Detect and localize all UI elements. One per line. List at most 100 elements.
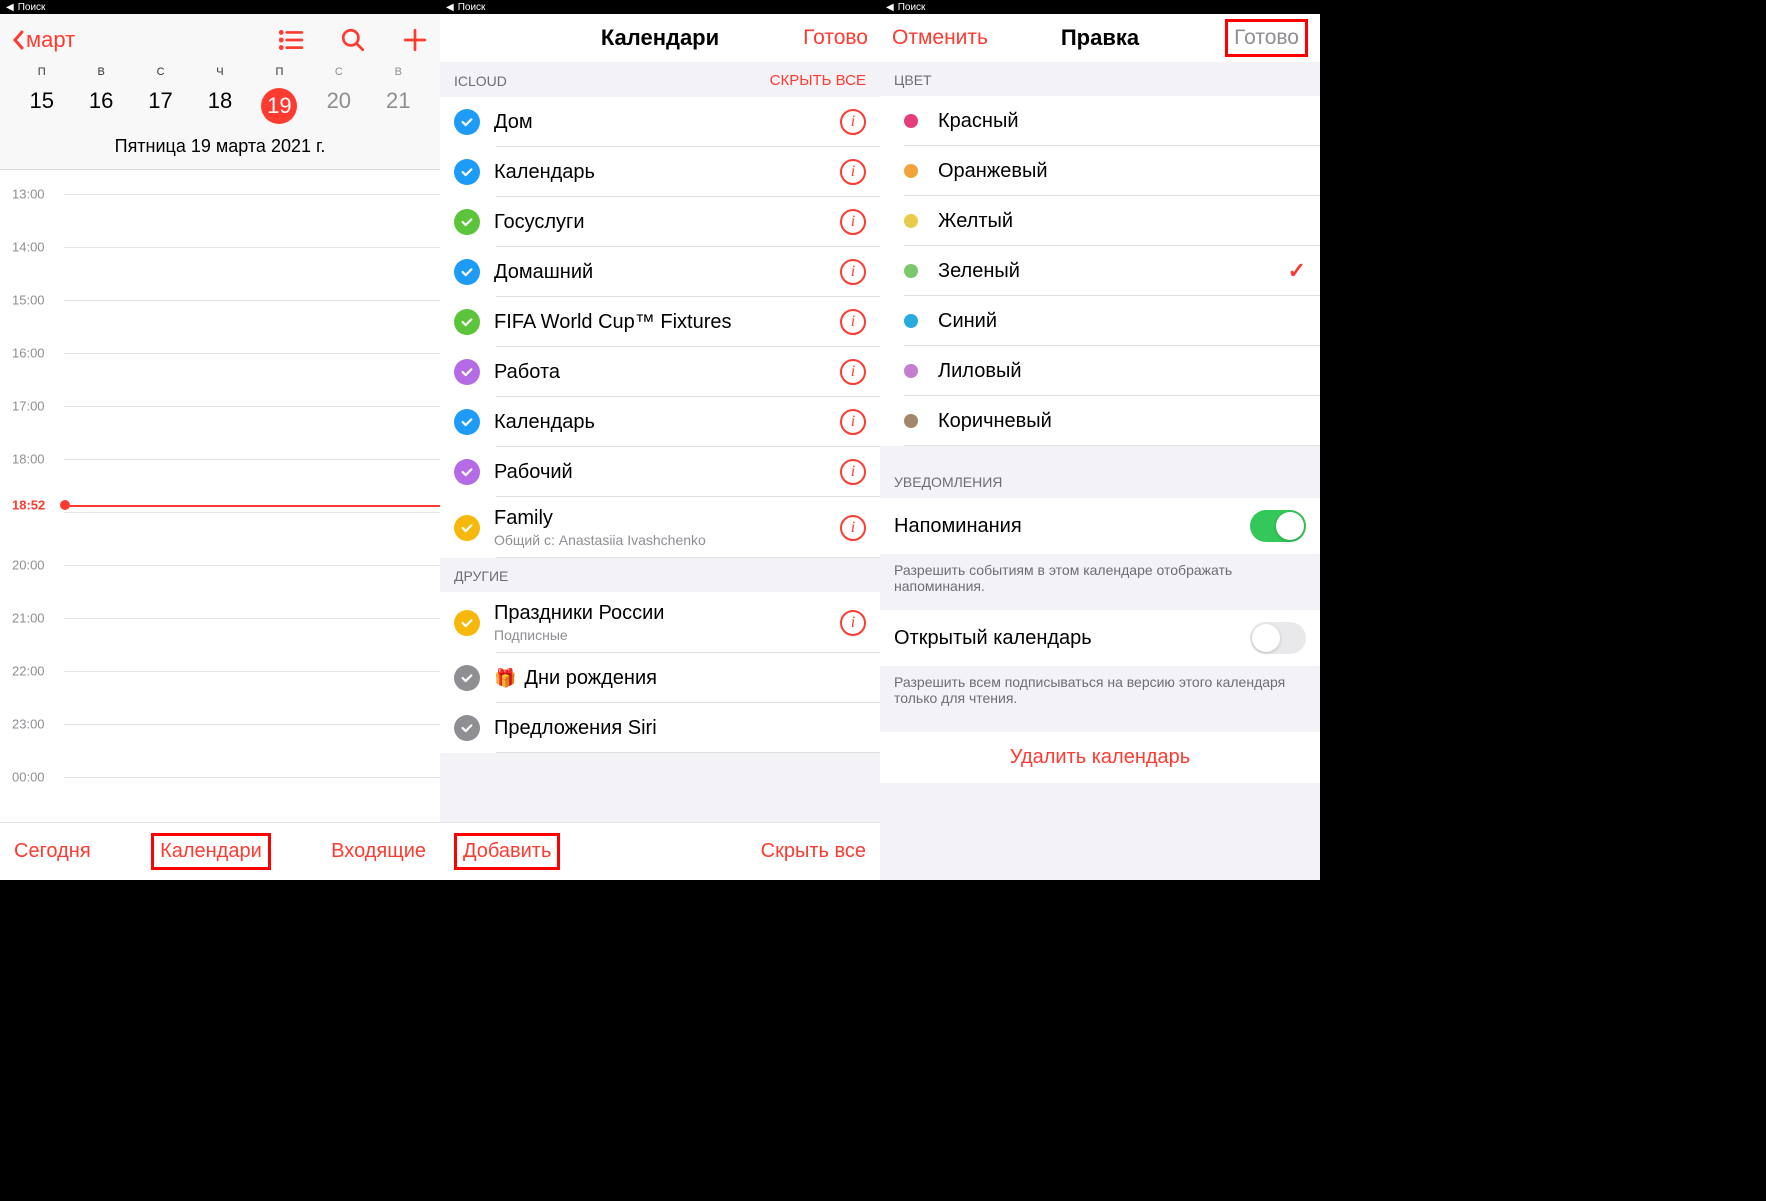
info-icon[interactable]: i bbox=[840, 209, 866, 235]
cancel-button[interactable]: Отменить bbox=[892, 26, 988, 50]
day-number: 15 bbox=[17, 88, 67, 114]
color-option[interactable]: Синий bbox=[880, 296, 1320, 346]
add-calendar-button[interactable]: Добавить bbox=[454, 833, 560, 870]
status-back-label[interactable]: Поиск bbox=[458, 2, 486, 13]
calendar-item[interactable]: Праздники РоссииПодписныеi bbox=[440, 592, 880, 653]
edit-calendar-screen: ◀ Поиск Отменить Правка Готово ЦВЕТ Крас… bbox=[880, 0, 1320, 880]
check-icon[interactable] bbox=[454, 665, 480, 691]
calendar-sublabel: Общий с: Anastasiia Ivashchenko bbox=[494, 532, 840, 548]
day-column[interactable]: С17 bbox=[136, 66, 186, 124]
info-icon[interactable]: i bbox=[840, 610, 866, 636]
color-option[interactable]: Красный bbox=[880, 96, 1320, 146]
hide-all-button[interactable]: СКРЫТЬ ВСЕ bbox=[770, 72, 866, 89]
calendar-item[interactable]: Календарьi bbox=[440, 147, 880, 197]
calendar-item[interactable]: FIFA World Cup™ Fixturesi bbox=[440, 297, 880, 347]
hour-label: 21:00 bbox=[12, 611, 45, 626]
status-back-icon[interactable]: ◀ bbox=[446, 2, 454, 13]
check-icon[interactable] bbox=[454, 715, 480, 741]
day-number: 21 bbox=[373, 88, 423, 114]
hour-label: 17:00 bbox=[12, 399, 45, 414]
inbox-button[interactable]: Входящие bbox=[331, 840, 426, 863]
calendar-item[interactable]: Работаi bbox=[440, 347, 880, 397]
check-icon[interactable] bbox=[454, 259, 480, 285]
check-icon[interactable] bbox=[454, 109, 480, 135]
info-icon[interactable]: i bbox=[840, 459, 866, 485]
status-back-icon[interactable]: ◀ bbox=[6, 2, 14, 13]
info-icon[interactable]: i bbox=[840, 109, 866, 135]
check-icon[interactable] bbox=[454, 610, 480, 636]
done-button[interactable]: Готово bbox=[1225, 19, 1308, 57]
check-icon[interactable] bbox=[454, 359, 480, 385]
chevron-left-icon bbox=[12, 30, 24, 50]
check-icon[interactable] bbox=[454, 409, 480, 435]
check-icon[interactable] bbox=[454, 209, 480, 235]
search-icon[interactable] bbox=[340, 27, 366, 53]
calendar-item[interactable]: Предложения Siri bbox=[440, 703, 880, 753]
calendar-item[interactable]: FamilyОбщий с: Anastasiia Ivashchenkoi bbox=[440, 497, 880, 558]
info-icon[interactable]: i bbox=[840, 359, 866, 385]
color-dot bbox=[904, 114, 918, 128]
calendar-label: Праздники РоссииПодписные bbox=[494, 602, 840, 643]
public-calendar-toggle[interactable] bbox=[1250, 622, 1306, 654]
color-option[interactable]: Лиловый bbox=[880, 346, 1320, 396]
day-number: 16 bbox=[76, 88, 126, 114]
info-icon[interactable]: i bbox=[840, 259, 866, 285]
color-option[interactable]: Коричневый bbox=[880, 396, 1320, 446]
calendar-item[interactable]: Домашнийi bbox=[440, 247, 880, 297]
calendar-item[interactable]: Домi bbox=[440, 97, 880, 147]
day-column[interactable]: Ч18 bbox=[195, 66, 245, 124]
color-option[interactable]: Зеленый✓ bbox=[880, 246, 1320, 296]
day-column[interactable]: В16 bbox=[76, 66, 126, 124]
info-icon[interactable]: i bbox=[840, 159, 866, 185]
day-number: 19 bbox=[261, 88, 297, 124]
day-column[interactable]: С20 bbox=[314, 66, 364, 124]
calendar-item[interactable]: Рабочийi bbox=[440, 447, 880, 497]
status-back-label[interactable]: Поиск bbox=[898, 2, 926, 13]
info-icon[interactable]: i bbox=[840, 309, 866, 335]
hide-all-button[interactable]: Скрыть все bbox=[761, 840, 866, 863]
day-column[interactable]: В21 bbox=[373, 66, 423, 124]
day-number: 17 bbox=[136, 88, 186, 114]
icloud-list: ДомiКалендарьiГосуслугиiДомашнийiFIFA Wo… bbox=[440, 97, 880, 558]
back-to-month-button[interactable]: март bbox=[12, 27, 75, 53]
add-event-icon[interactable] bbox=[402, 27, 428, 53]
calendars-scroll[interactable]: ICLOUD СКРЫТЬ ВСЕ ДомiКалендарьiГосуслуг… bbox=[440, 62, 880, 822]
calendar-item[interactable]: Госуслугиi bbox=[440, 197, 880, 247]
calendar-item[interactable]: 🎁Дни рождения bbox=[440, 653, 880, 703]
color-label: Желтый bbox=[938, 210, 1306, 233]
hour-line bbox=[64, 512, 440, 513]
delete-calendar-button[interactable]: Удалить календарь bbox=[880, 732, 1320, 783]
timeline[interactable]: 13:0014:0015:0016:0017:0018:0020:0021:00… bbox=[0, 169, 440, 822]
check-icon[interactable] bbox=[454, 159, 480, 185]
info-icon[interactable]: i bbox=[840, 515, 866, 541]
calendar-item[interactable]: Календарьi bbox=[440, 397, 880, 447]
day-column[interactable]: П19 bbox=[254, 66, 304, 124]
status-back-icon[interactable]: ◀ bbox=[886, 2, 894, 13]
calendar-label: 🎁Дни рождения bbox=[494, 667, 866, 690]
now-line bbox=[62, 505, 440, 507]
done-button[interactable]: Готово bbox=[803, 26, 868, 50]
check-icon[interactable] bbox=[454, 309, 480, 335]
color-option[interactable]: Желтый bbox=[880, 196, 1320, 246]
color-option[interactable]: Оранжевый bbox=[880, 146, 1320, 196]
color-list: Красный Оранжевый Желтый Зеленый✓ Синий Лилов… bbox=[880, 96, 1320, 446]
calendar-label: Предложения Siri bbox=[494, 717, 866, 740]
day-column[interactable]: П15 bbox=[17, 66, 67, 124]
today-button[interactable]: Сегодня bbox=[14, 840, 91, 863]
status-back-label[interactable]: Поиск bbox=[18, 2, 46, 13]
hour-line bbox=[64, 194, 440, 195]
info-icon[interactable]: i bbox=[840, 409, 866, 435]
bottom-toolbar: Сегодня Календари Входящие bbox=[0, 822, 440, 880]
reminders-toggle[interactable] bbox=[1250, 510, 1306, 542]
hour-line bbox=[64, 671, 440, 672]
check-icon[interactable] bbox=[454, 459, 480, 485]
edit-scroll[interactable]: ЦВЕТ КрасныйОранжевыйЖелтыйЗеленый✓Синий… bbox=[880, 62, 1320, 880]
list-view-icon[interactable] bbox=[278, 27, 304, 53]
color-label: Красный bbox=[938, 110, 1306, 133]
color-dot bbox=[904, 314, 918, 328]
calendar-label: Работа bbox=[494, 361, 840, 384]
color-dot bbox=[904, 214, 918, 228]
check-icon[interactable] bbox=[454, 515, 480, 541]
color-label: Синий bbox=[938, 310, 1306, 333]
calendars-button[interactable]: Календари bbox=[151, 833, 271, 870]
